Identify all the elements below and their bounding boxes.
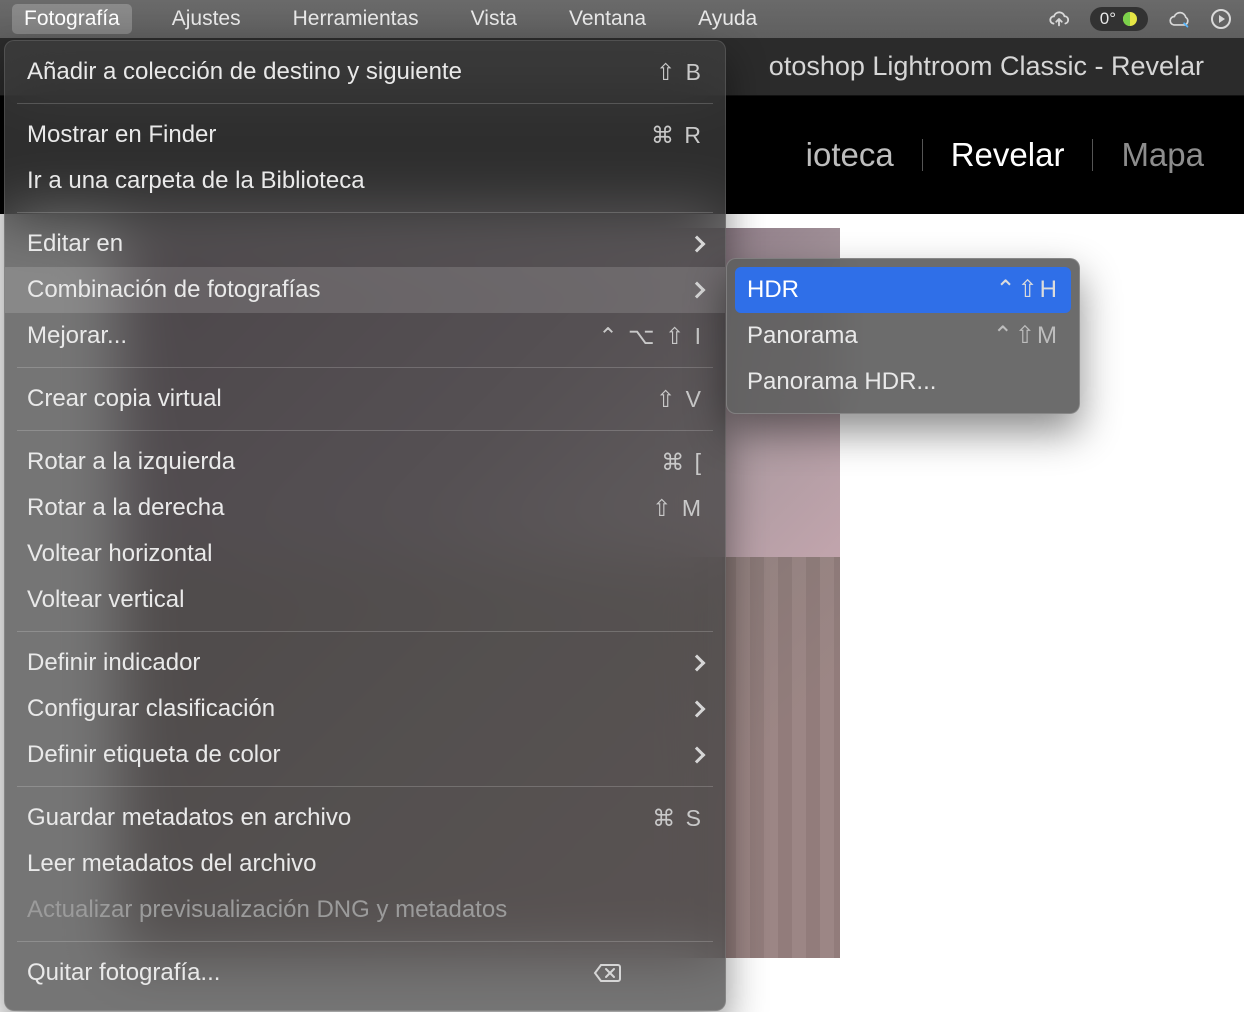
menu-item-label: Actualizar previsualización DNG y metada…	[27, 893, 703, 927]
menu-item[interactable]: Definir indicador	[5, 640, 725, 686]
menu-item-label: Leer metadatos del archivo	[27, 847, 703, 881]
fotografia-menu: Añadir a colección de destino y siguient…	[4, 40, 726, 1011]
submenu-item[interactable]: Panorama HDR...	[727, 359, 1079, 405]
menu-shortcut: ⇧ V	[593, 382, 703, 416]
menu-item-label: Quitar fotografía...	[27, 956, 593, 990]
menu-shortcut: ⌘ R	[593, 118, 703, 152]
menu-item-label: Mostrar en Finder	[27, 118, 593, 152]
menubar-item-fotografia[interactable]: Fotografía	[12, 4, 132, 34]
menu-separator	[17, 367, 713, 368]
menubar-item-herramientas[interactable]: Herramientas	[281, 4, 431, 34]
menu-item: Actualizar previsualización DNG y metada…	[5, 887, 725, 933]
menu-item-label: Voltear vertical	[27, 583, 703, 617]
menu-item-label: Definir indicador	[27, 646, 683, 680]
menu-item-label: Voltear horizontal	[27, 537, 703, 571]
backspace-icon	[593, 962, 703, 984]
module-separator	[1092, 139, 1093, 171]
menu-separator	[17, 103, 713, 104]
menu-separator	[17, 786, 713, 787]
menu-item-label: Configurar clasificación	[27, 692, 683, 726]
menu-item[interactable]: Mostrar en Finder⌘ R	[5, 112, 725, 158]
menu-item-label: Añadir a colección de destino y siguient…	[27, 55, 593, 89]
window-title: otoshop Lightroom Classic - Revelar	[769, 51, 1204, 82]
temperature-pill[interactable]: 0°	[1090, 7, 1148, 31]
tab-revelar[interactable]: Revelar	[951, 136, 1065, 174]
cloud-upload-icon[interactable]	[1048, 8, 1070, 30]
menu-item[interactable]: Quitar fotografía...	[5, 950, 725, 996]
module-separator	[922, 139, 923, 171]
menu-item[interactable]: Rotar a la derecha⇧ M	[5, 485, 725, 531]
creative-cloud-icon[interactable]	[1168, 8, 1190, 30]
chevron-right-icon	[689, 747, 706, 764]
submenu-item-label: Panorama	[747, 319, 993, 353]
menu-item-label: Ir a una carpeta de la Biblioteca	[27, 164, 703, 198]
menu-separator	[17, 941, 713, 942]
menu-item[interactable]: Configurar clasificación	[5, 686, 725, 732]
menu-item-label: Rotar a la derecha	[27, 491, 593, 525]
menu-item[interactable]: Rotar a la izquierda⌘ [	[5, 439, 725, 485]
chevron-right-icon	[689, 236, 706, 253]
menu-item[interactable]: Combinación de fotografías	[5, 267, 725, 313]
macos-menubar: Fotografía Ajustes Herramientas Vista Ve…	[0, 0, 1244, 38]
menu-item[interactable]: Voltear vertical	[5, 577, 725, 623]
menu-item-label: Definir etiqueta de color	[27, 738, 683, 772]
menubar-item-ayuda[interactable]: Ayuda	[686, 4, 769, 34]
menu-separator	[17, 212, 713, 213]
play-circle-icon[interactable]	[1210, 8, 1232, 30]
menubar-item-vista[interactable]: Vista	[459, 4, 529, 34]
tab-mapa[interactable]: Mapa	[1121, 136, 1204, 174]
submenu-item-label: HDR	[747, 273, 995, 307]
chevron-right-icon	[689, 701, 706, 718]
chevron-right-icon	[689, 282, 706, 299]
menu-item-label: Rotar a la izquierda	[27, 445, 593, 479]
menu-item[interactable]: Ir a una carpeta de la Biblioteca	[5, 158, 725, 204]
menubar-item-ventana[interactable]: Ventana	[557, 4, 658, 34]
submenu-item[interactable]: HDR⌃⇧H	[735, 267, 1071, 313]
menu-item-label: Combinación de fotografías	[27, 273, 683, 307]
submenu-shortcut: ⌃⇧M	[993, 319, 1059, 353]
menu-item-label: Editar en	[27, 227, 683, 261]
menu-separator	[17, 430, 713, 431]
menu-shortcut: ⌘ [	[593, 445, 703, 479]
chevron-right-icon	[689, 655, 706, 672]
menubar-item-ajustes[interactable]: Ajustes	[160, 4, 253, 34]
submenu-item[interactable]: Panorama⌃⇧M	[727, 313, 1079, 359]
photo-merge-submenu: HDR⌃⇧HPanorama⌃⇧MPanorama HDR...	[726, 258, 1080, 414]
menu-item[interactable]: Crear copia virtual⇧ V	[5, 376, 725, 422]
menu-item[interactable]: Voltear horizontal	[5, 531, 725, 577]
submenu-item-label: Panorama HDR...	[747, 365, 1059, 399]
temperature-value: 0°	[1100, 9, 1116, 29]
submenu-shortcut: ⌃⇧H	[995, 273, 1059, 307]
menu-item[interactable]: Guardar metadatos en archivo⌘ S	[5, 795, 725, 841]
menu-item[interactable]: Mejorar...⌃ ⌥ ⇧ I	[5, 313, 725, 359]
menu-item[interactable]: Añadir a colección de destino y siguient…	[5, 49, 725, 95]
menu-item[interactable]: Definir etiqueta de color	[5, 732, 725, 778]
menu-shortcut: ⌘ S	[593, 801, 703, 835]
menu-item[interactable]: Leer metadatos del archivo	[5, 841, 725, 887]
menu-item-label: Mejorar...	[27, 319, 593, 353]
tab-biblioteca[interactable]: ioteca	[806, 136, 894, 174]
menu-separator	[17, 631, 713, 632]
menu-item[interactable]: Editar en	[5, 221, 725, 267]
menubar-right: 0°	[1048, 7, 1232, 31]
menu-shortcut: ⇧ B	[593, 55, 703, 89]
menu-shortcut: ⇧ M	[593, 491, 703, 525]
menu-shortcut: ⌃ ⌥ ⇧ I	[593, 319, 703, 353]
menu-item-label: Crear copia virtual	[27, 382, 593, 416]
menu-item-label: Guardar metadatos en archivo	[27, 801, 593, 835]
